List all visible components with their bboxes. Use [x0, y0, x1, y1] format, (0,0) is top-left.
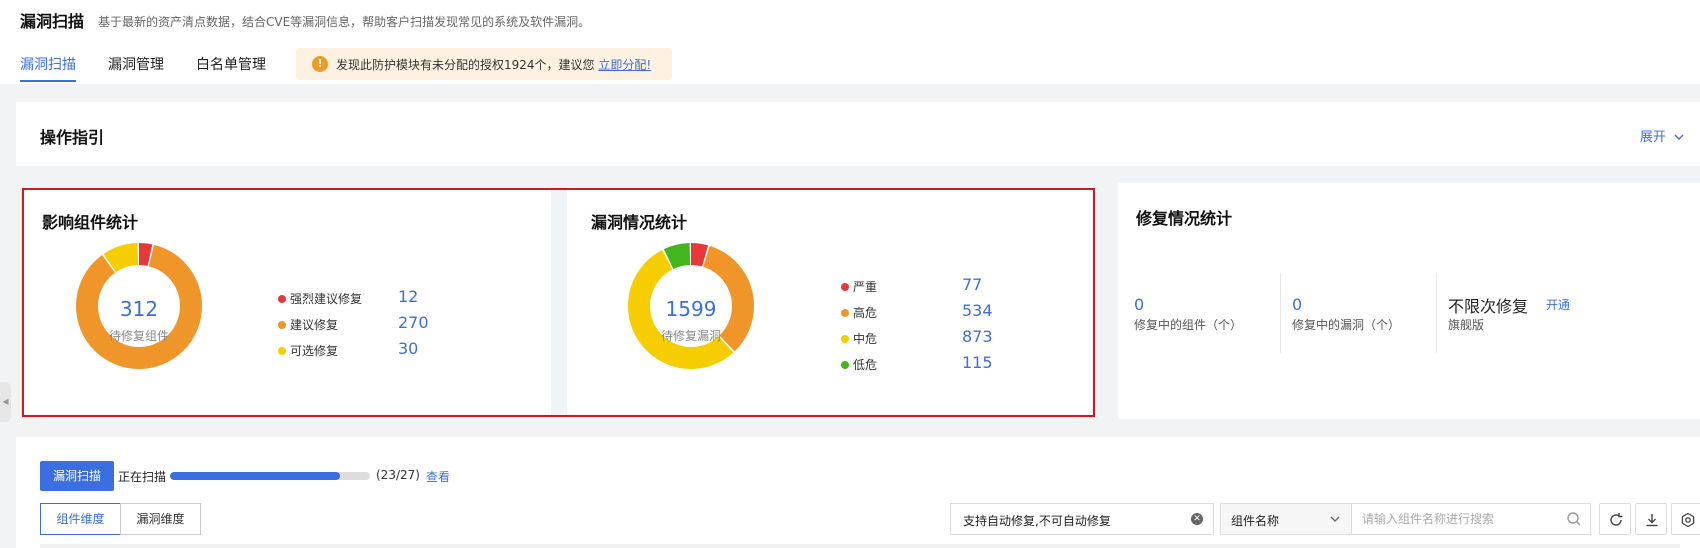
exclamation-icon: !: [312, 56, 328, 72]
legend-value-low: 115: [962, 353, 993, 372]
activate-link[interactable]: 开通: [1546, 296, 1570, 313]
page-title: 漏洞扫描: [20, 12, 85, 31]
legend-value-critical: 77: [962, 275, 983, 294]
red-dot-icon: [278, 294, 286, 303]
orange-dot-icon: [841, 308, 849, 317]
auto-fix-filter[interactable]: 支持自动修复,不可自动修复 ✕: [950, 503, 1214, 535]
component-stats-card: 影响组件统计 312 待修复组件 强烈建议修复 12 建议修复 270 可选修复…: [24, 187, 551, 417]
download-icon: [1646, 514, 1658, 527]
tab-whitelist-management[interactable]: 白名单管理: [196, 54, 266, 74]
refresh-button[interactable]: [1599, 503, 1631, 535]
legend-critical: 严重: [841, 278, 877, 295]
red-dot-icon: [841, 282, 849, 291]
vuln-total: 1599: [665, 297, 717, 321]
notice-message: 发现此防护模块有未分配的授权1924个，建议您: [336, 58, 595, 72]
view-link[interactable]: 查看: [426, 468, 450, 485]
yellow-dot-icon: [841, 334, 849, 343]
yellow-dot-icon: [278, 346, 286, 355]
fix-stats-card: 修复情况统计 0 修复中的组件（个） 0 修复中的漏洞（个） 不限次修复 旗舰版…: [1118, 183, 1700, 419]
fixing-components-label: 修复中的组件（个）: [1134, 318, 1243, 332]
component-total-label: 待修复组件: [108, 329, 169, 343]
vuln-stats-card: 漏洞情况统计 1599 待修复漏洞 严重 77 高危 534 中危 873 低危…: [567, 187, 1092, 417]
card-gap: [551, 190, 567, 415]
vuln-stats-title: 漏洞情况统计: [591, 213, 688, 232]
notice-text: 发现此防护模块有未分配的授权1924个，建议您 立即分配!: [336, 56, 651, 73]
vuln-total-label: 待修复漏洞: [660, 329, 721, 343]
legend-value-high: 534: [962, 301, 993, 320]
expand-label: 展开: [1639, 130, 1666, 145]
scan-progress-bar: [170, 472, 370, 480]
divider: [1280, 273, 1281, 353]
plan-title: 不限次修复: [1448, 297, 1529, 316]
scan-progress-text: (23/27): [376, 468, 420, 482]
search-field-select[interactable]: 组件名称: [1220, 503, 1352, 535]
fixing-vulns-count[interactable]: 0: [1292, 295, 1302, 314]
component-donut-center: 312 待修复组件: [69, 297, 209, 344]
operation-guide-panel: 操作指引 展开: [16, 102, 1700, 166]
tab-vuln-scan[interactable]: 漏洞扫描: [20, 54, 76, 74]
guide-title: 操作指引: [40, 128, 105, 147]
green-dot-icon: [841, 360, 849, 369]
legend-value-strongly-recommended: 12: [398, 287, 419, 306]
legend-medium: 中危: [841, 330, 877, 347]
page-header: 漏洞扫描 基于最新的资产清点数据，结合CVE等漏洞信息，帮助客户扫描发现常见的系…: [0, 0, 1700, 84]
component-total: 312: [119, 297, 159, 321]
select-value: 组件名称: [1231, 514, 1280, 528]
legend-value-optional: 30: [398, 339, 419, 358]
search-icon[interactable]: [1566, 511, 1582, 527]
table-header-strip: [40, 544, 1680, 548]
legend-recommended: 建议修复: [278, 316, 338, 333]
scanning-label: 正在扫描: [118, 470, 167, 484]
settings-button[interactable]: [1671, 503, 1700, 535]
legend-high: 高危: [841, 304, 877, 321]
clear-icon[interactable]: ✕: [1191, 513, 1203, 525]
component-stats-title: 影响组件统计: [42, 213, 139, 232]
vuln-donut-center: 1599 待修复漏洞: [621, 297, 761, 344]
legend-value-recommended: 270: [398, 313, 429, 332]
refresh-icon: [1610, 513, 1623, 526]
legend-low: 低危: [841, 356, 877, 373]
expand-button[interactable]: 展开: [1640, 126, 1684, 145]
fixing-components-count[interactable]: 0: [1134, 295, 1144, 314]
fixing-vulns-label: 修复中的漏洞（个）: [1292, 318, 1401, 332]
scan-toolbar-panel: 漏洞扫描 正在扫描 (23/27) 查看 组件维度 漏洞维度 支持自动修复,不可…: [16, 437, 1700, 548]
collapse-sidebar-handle[interactable]: ◀: [0, 382, 11, 422]
chevron-down-icon: [1330, 516, 1340, 522]
scan-progress-fill: [170, 472, 340, 480]
tab-vuln-management[interactable]: 漏洞管理: [108, 54, 164, 74]
plan-subtitle: 旗舰版: [1448, 318, 1485, 332]
chevron-down-icon: [1674, 134, 1684, 140]
vuln-dimension-button[interactable]: 漏洞维度: [120, 503, 201, 535]
gear-icon: [1681, 512, 1695, 528]
component-search-input[interactable]: [1351, 503, 1591, 535]
divider: [1436, 273, 1437, 353]
orange-dot-icon: [278, 320, 286, 329]
active-tab-indicator: [20, 80, 76, 82]
fix-stats-title: 修复情况统计: [1136, 209, 1233, 228]
vuln-scan-button[interactable]: 漏洞扫描: [40, 461, 114, 491]
assign-now-link[interactable]: 立即分配!: [598, 58, 651, 72]
license-notice: ! 发现此防护模块有未分配的授权1924个，建议您 立即分配!: [296, 48, 672, 80]
legend-strongly-recommended: 强烈建议修复: [278, 290, 362, 307]
legend-optional: 可选修复: [278, 342, 338, 359]
page-description: 基于最新的资产清点数据，结合CVE等漏洞信息，帮助客户扫描发现常见的系统及软件漏…: [98, 15, 591, 29]
download-button[interactable]: [1635, 503, 1667, 535]
legend-value-medium: 873: [962, 327, 993, 346]
filter-value: 支持自动修复,不可自动修复: [963, 514, 1111, 528]
component-dimension-button[interactable]: 组件维度: [40, 503, 121, 535]
